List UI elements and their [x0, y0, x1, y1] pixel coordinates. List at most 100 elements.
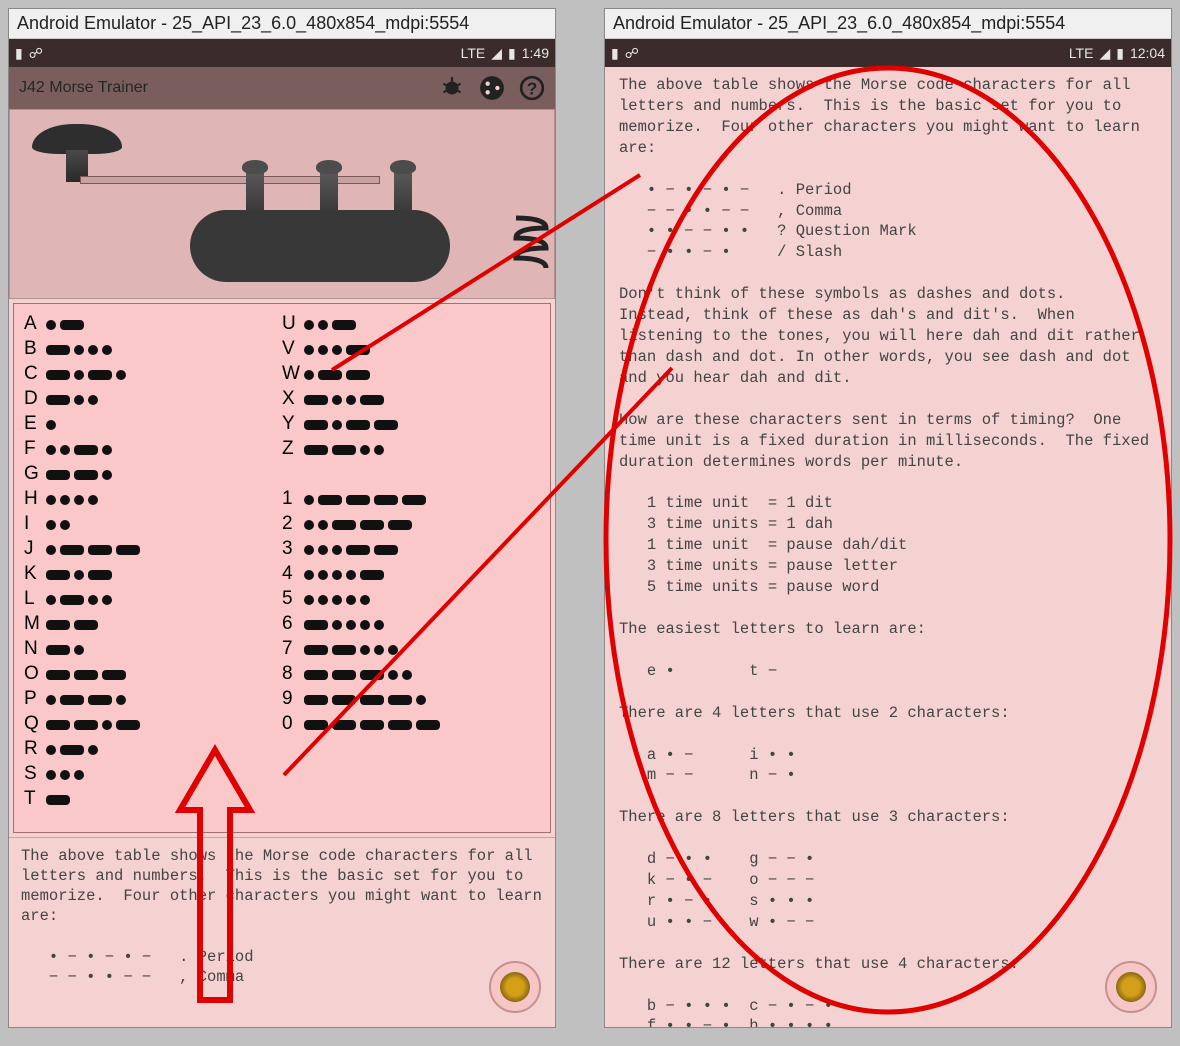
morse-letter: B: [24, 336, 46, 363]
morse-code: [304, 495, 426, 505]
sd-card-icon: ▮: [15, 45, 23, 62]
morse-row: D: [24, 387, 282, 412]
morse-code: [46, 670, 126, 680]
morse-code: [46, 745, 98, 755]
morse-code: [304, 620, 384, 630]
morse-code: [46, 570, 112, 580]
morse-letter: V: [282, 336, 304, 363]
morse-letter: 9: [282, 686, 304, 713]
morse-code: [304, 370, 370, 380]
help-icon[interactable]: ?: [519, 75, 545, 101]
morse-row: M: [24, 612, 282, 637]
morse-row: R: [24, 737, 282, 762]
morse-row: A: [24, 312, 282, 337]
morse-code: [304, 720, 440, 730]
morse-row: G: [24, 462, 282, 487]
lte-icon: LTE: [461, 45, 486, 61]
morse-row: 4: [282, 562, 540, 587]
morse-row: 6: [282, 612, 540, 637]
telegraph-illustration: [9, 109, 555, 299]
morse-letter: T: [24, 786, 46, 813]
morse-code: [46, 470, 112, 480]
morse-code: [46, 595, 112, 605]
morse-code: [46, 495, 98, 505]
fab-button-left[interactable]: [489, 961, 541, 1013]
emulator-right: Android Emulator - 25_API_23_6.0_480x854…: [604, 8, 1172, 1028]
morse-letter: 3: [282, 536, 304, 563]
morse-row: U: [282, 312, 540, 337]
morse-letter: E: [24, 411, 46, 438]
morse-code: [46, 645, 84, 655]
sd-card-icon: ▮: [611, 45, 619, 62]
morse-row: P: [24, 687, 282, 712]
morse-letter: L: [24, 586, 46, 613]
morse-row: O: [24, 662, 282, 687]
morse-code: [304, 445, 384, 455]
morse-row: Z: [282, 437, 540, 462]
morse-letter: Z: [282, 436, 304, 463]
phone-right: ▮ ☍ LTE ◢ ▮ 12:04 The above table shows …: [605, 39, 1171, 1027]
morse-letter: O: [24, 661, 46, 688]
morse-table[interactable]: ABCDEFGHIJKLMNOPQRST UVWXYZ1234567890: [13, 303, 551, 833]
fab-button-right[interactable]: [1105, 961, 1157, 1013]
morse-row: N: [24, 637, 282, 662]
bug-icon[interactable]: [439, 75, 465, 101]
morse-code: [304, 345, 370, 355]
morse-row: L: [24, 587, 282, 612]
morse-row: H: [24, 487, 282, 512]
morse-code: [304, 595, 370, 605]
window-title-left: Android Emulator - 25_API_23_6.0_480x854…: [9, 9, 555, 39]
morse-letter: R: [24, 736, 46, 763]
crab-icon: ☍: [625, 45, 639, 62]
clock-left: 1:49: [522, 45, 549, 61]
morse-code: [46, 795, 70, 805]
morse-letter: K: [24, 561, 46, 588]
morse-letter: N: [24, 636, 46, 663]
morse-row: S: [24, 762, 282, 787]
morse-letter: 5: [282, 586, 304, 613]
morse-row: 8: [282, 662, 540, 687]
morse-row: 7: [282, 637, 540, 662]
morse-row: F: [24, 437, 282, 462]
status-bar-left: ▮ ☍ LTE ◢ ▮ 1:49: [9, 39, 555, 67]
morse-row: B: [24, 337, 282, 362]
morse-letter: A: [24, 311, 46, 338]
battery-icon: ▮: [508, 45, 516, 62]
morse-letter: 2: [282, 511, 304, 538]
morse-letter: W: [282, 361, 304, 388]
morse-code: [46, 445, 112, 455]
app-title: J42 Morse Trainer: [19, 79, 148, 97]
morse-row: I: [24, 512, 282, 537]
morse-letter: Y: [282, 411, 304, 438]
morse-letter: D: [24, 386, 46, 413]
clock-right: 12:04: [1130, 45, 1165, 61]
lte-icon: LTE: [1069, 45, 1094, 61]
window-title-right: Android Emulator - 25_API_23_6.0_480x854…: [605, 9, 1171, 39]
morse-code: [46, 545, 140, 555]
crab-icon: ☍: [29, 45, 43, 62]
morse-row: E: [24, 412, 282, 437]
morse-letter: 6: [282, 611, 304, 638]
morse-letter: C: [24, 361, 46, 388]
morse-code: [46, 520, 70, 530]
morse-row: Y: [282, 412, 540, 437]
morse-letter: H: [24, 486, 46, 513]
morse-code: [304, 570, 384, 580]
morse-letter: 4: [282, 561, 304, 588]
info-text-left[interactable]: The above table shows the Morse code cha…: [9, 838, 555, 995]
morse-row: X: [282, 387, 540, 412]
morse-letter: I: [24, 511, 46, 538]
share-icon[interactable]: [479, 75, 505, 101]
morse-row: Q: [24, 712, 282, 737]
morse-row: J: [24, 537, 282, 562]
signal-icon: ◢: [491, 45, 502, 62]
morse-code: [46, 370, 126, 380]
info-text-right[interactable]: The above table shows the Morse code cha…: [605, 67, 1171, 1027]
morse-code: [304, 320, 356, 330]
morse-code: [304, 395, 384, 405]
morse-code: [46, 420, 56, 430]
morse-row: V: [282, 337, 540, 362]
morse-letter: X: [282, 386, 304, 413]
morse-letter: F: [24, 436, 46, 463]
morse-code: [46, 770, 84, 780]
